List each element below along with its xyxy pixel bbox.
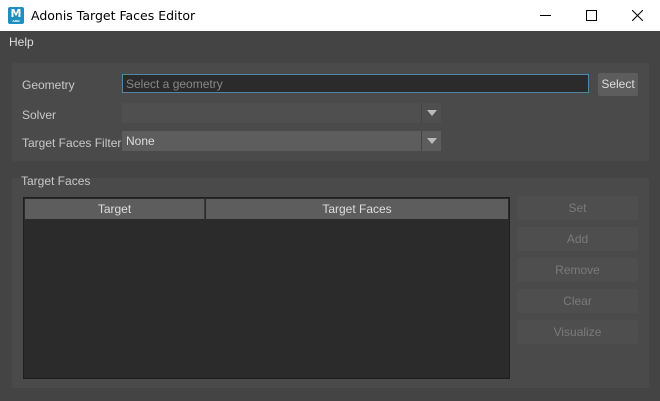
maya-app-icon: M ADN [8,7,24,24]
target-faces-filter-label: Target Faces Filter [22,136,122,150]
dropdown-arrow-icon [421,103,441,123]
target-faces-group-title: Target Faces [21,174,91,188]
filter-value: None [126,134,155,148]
maximize-button[interactable] [568,0,614,31]
target-faces-filter-dropdown[interactable]: None [122,131,441,151]
target-faces-table[interactable]: Target Target Faces [23,197,510,379]
dropdown-arrow-icon [421,131,441,151]
minimize-button[interactable] [522,0,568,31]
remove-button[interactable]: Remove [517,258,638,282]
visualize-button[interactable]: Visualize [517,320,638,344]
solver-label: Solver [22,108,57,122]
close-button[interactable] [614,0,660,31]
geometry-label: Geometry [22,78,75,92]
column-header-target-faces[interactable]: Target Faces [206,199,508,219]
title-bar: M ADN Adonis Target Faces Editor [0,0,660,31]
clear-button[interactable]: Clear [517,289,638,313]
app-icon-subtext: ADN [12,19,20,23]
set-button[interactable]: Set [517,196,638,220]
close-icon [631,10,643,21]
minimize-icon [539,15,551,16]
solver-dropdown[interactable] [122,103,441,123]
menu-help[interactable]: Help [9,35,34,49]
maximize-icon [585,10,597,21]
add-button[interactable]: Add [517,227,638,251]
menu-bar: Help [0,31,660,53]
select-button[interactable]: Select [598,73,638,96]
window-title: Adonis Target Faces Editor [31,8,196,23]
column-header-target[interactable]: Target [25,199,205,219]
geometry-input[interactable]: Select a geometry [122,74,589,93]
